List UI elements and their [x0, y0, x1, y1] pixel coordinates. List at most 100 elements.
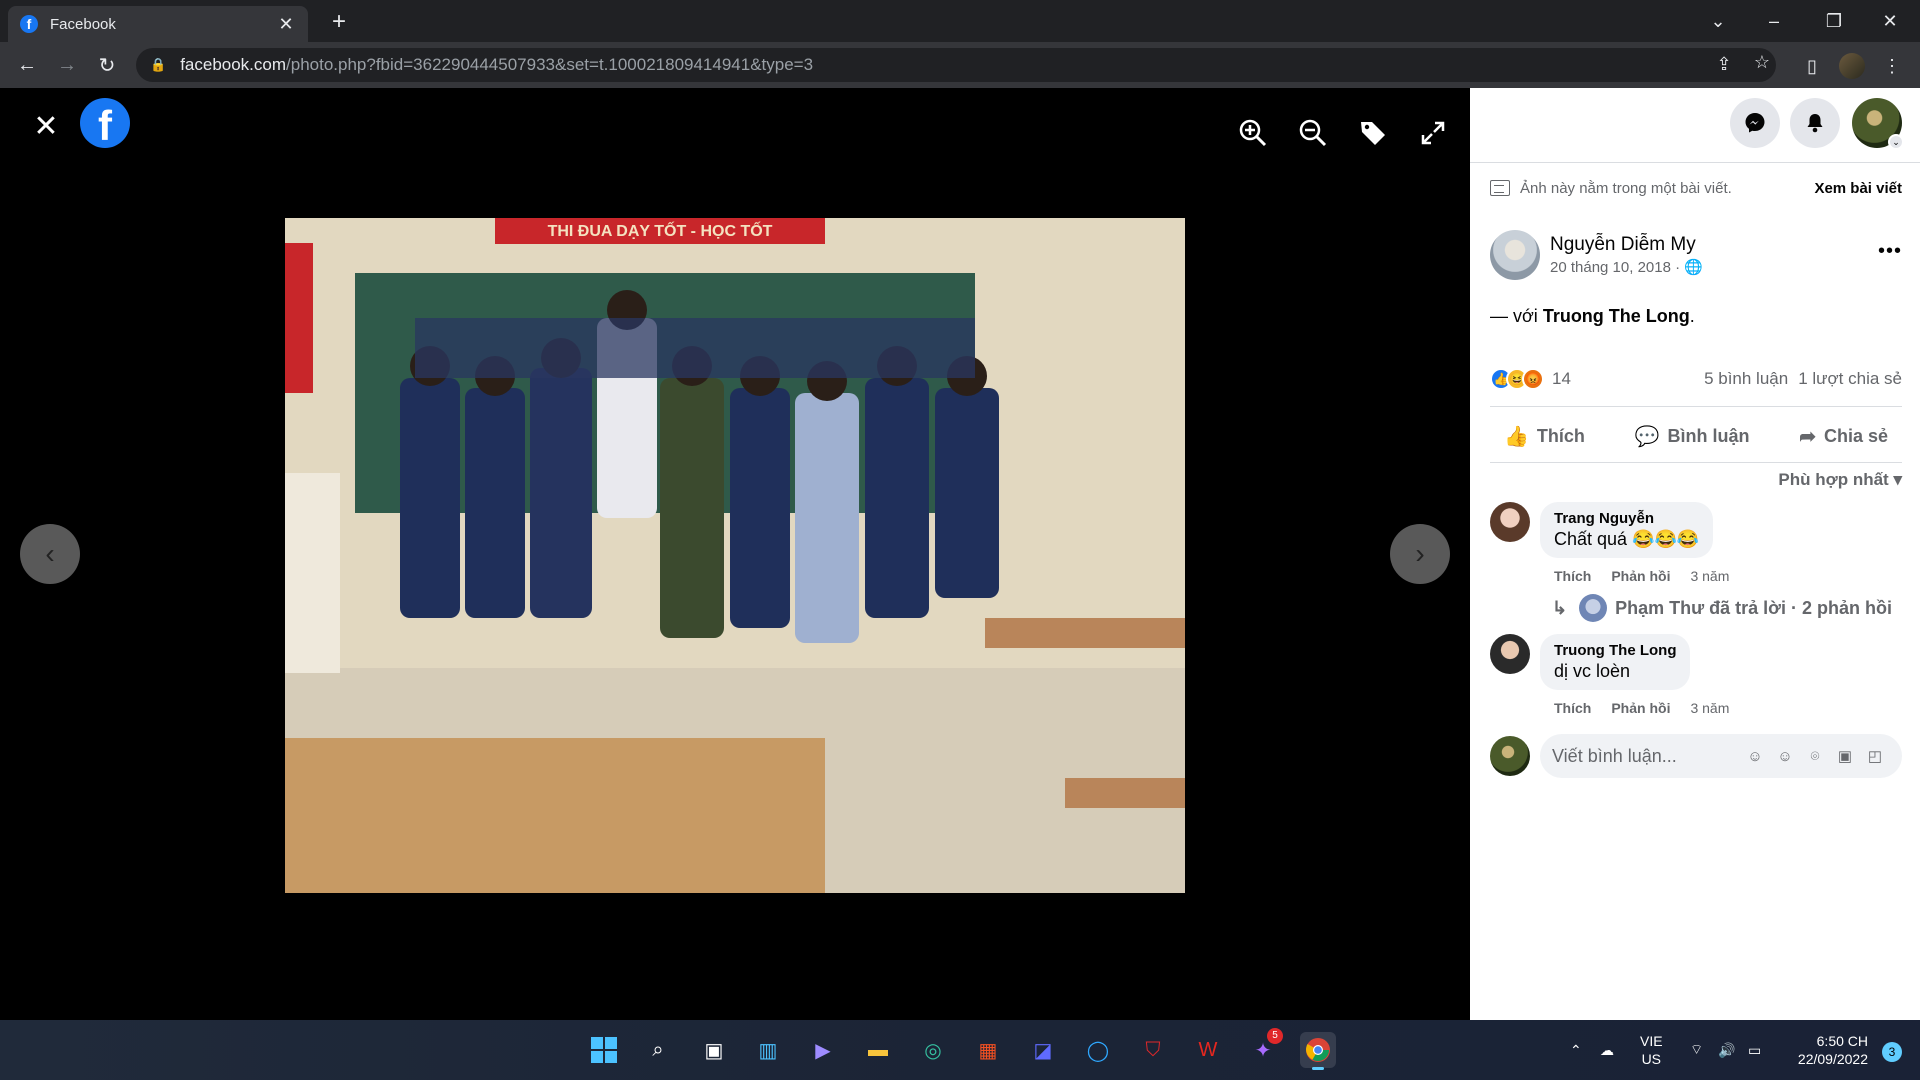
tagged-person-link[interactable]: Truong The Long: [1543, 306, 1690, 326]
post-actions: 👍 Thích 💬 Bình luận ➦ Chia sẻ: [1490, 410, 1902, 462]
chrome-icon[interactable]: [1300, 1032, 1336, 1070]
fullscreen-icon[interactable]: [1416, 116, 1450, 150]
comment-reply-link[interactable]: Phản hồi: [1611, 700, 1670, 716]
cortana-icon[interactable]: ◯: [1080, 1032, 1116, 1068]
wifi-icon[interactable]: ⌔: [1690, 1020, 1703, 1080]
browser-tab[interactable]: f Facebook ✕: [8, 6, 308, 42]
comment-composer: Viết bình luận... ☺ ☺ ⌾ ▣ ◰: [1490, 734, 1902, 778]
avatar-sticker-icon[interactable]: ☺: [1740, 748, 1770, 765]
zoom-out-icon[interactable]: [1296, 116, 1330, 150]
tag-icon[interactable]: [1356, 116, 1390, 150]
search-icon[interactable]: ⌕: [640, 1032, 676, 1068]
wps-office-icon[interactable]: W: [1190, 1032, 1226, 1068]
edge-browser-icon[interactable]: ◎: [915, 1032, 951, 1068]
gif-icon[interactable]: ▣: [1830, 747, 1860, 765]
author-avatar[interactable]: [1490, 230, 1540, 280]
menu-kebab-icon[interactable]: ⋮: [1878, 52, 1906, 80]
comment-reply-link[interactable]: Phản hồi: [1611, 568, 1670, 584]
start-button-icon[interactable]: [586, 1032, 622, 1068]
sticker-icon[interactable]: ◰: [1860, 747, 1890, 765]
share-icon[interactable]: ⇪: [1710, 54, 1738, 75]
system-clock[interactable]: 6:50 CH 22/09/2022: [1798, 1032, 1868, 1068]
show-hidden-icons[interactable]: ⌃: [1570, 1020, 1582, 1080]
post-photo[interactable]: THI ĐUA DẠY TỐT - HỌC TỐT: [285, 218, 1185, 893]
side-panel-icon[interactable]: ▯: [1798, 52, 1826, 80]
next-photo-button[interactable]: ›: [1390, 524, 1450, 584]
view-post-link[interactable]: Xem bài viết: [1814, 180, 1902, 197]
close-tab-icon[interactable]: ✕: [276, 14, 296, 35]
comment-time[interactable]: 3 năm: [1690, 700, 1729, 716]
comment-input[interactable]: Viết bình luận... ☺ ☺ ⌾ ▣ ◰: [1540, 734, 1902, 778]
restore-button[interactable]: ❐: [1806, 0, 1862, 42]
mcafee-icon[interactable]: ⛉: [1135, 1032, 1171, 1068]
comment-item: Trang Nguyễn Chất quá 😂😂😂 Thích Phản hồi 3…: [1490, 502, 1902, 584]
input-language[interactable]: VIE US: [1640, 1020, 1663, 1080]
battery-icon[interactable]: ▭: [1748, 1020, 1761, 1080]
share-button[interactable]: ➦ Chia sẻ: [1785, 416, 1902, 456]
volume-icon[interactable]: 🔊: [1718, 1020, 1735, 1080]
account-avatar[interactable]: ⌄: [1852, 98, 1904, 150]
post-notice: Ảnh này nằm trong một bài viết. Xem bài …: [1490, 176, 1902, 200]
view-replies-link[interactable]: ↳ Phạm Thư đã trả lời · 2 phản hồi: [1552, 594, 1892, 622]
post-date[interactable]: 20 tháng 10, 2018 ·: [1550, 259, 1680, 276]
commenter-avatar[interactable]: [1490, 502, 1530, 542]
svg-text:THI ĐUA DẠY TỐT - HỌC TỐT: THI ĐUA DẠY TỐT - HỌC TỐT: [548, 220, 773, 240]
comment-like-link[interactable]: Thích: [1554, 700, 1591, 716]
document-icon: [1490, 180, 1510, 196]
profile-button[interactable]: [1838, 52, 1866, 80]
emoji-icon[interactable]: ☺: [1770, 748, 1800, 765]
comment-time[interactable]: 3 năm: [1690, 568, 1729, 584]
app-icon[interactable]: ◪: [1025, 1032, 1061, 1068]
reaction-count[interactable]: 14: [1552, 369, 1571, 389]
address-bar[interactable]: 🔒 facebook.com/photo.php?fbid=3622904445…: [136, 48, 1776, 82]
author-name[interactable]: Nguyễn Diễm My: [1550, 234, 1696, 256]
minimize-button[interactable]: –: [1746, 0, 1802, 42]
share-count[interactable]: 1 lượt chia sẻ: [1798, 369, 1902, 389]
caret-down-icon: ▾: [1893, 470, 1902, 489]
my-avatar[interactable]: [1490, 736, 1530, 776]
comment-sort-dropdown[interactable]: Phù hợp nhất ▾: [1778, 470, 1902, 490]
comment-button[interactable]: 💬 Bình luận: [1621, 416, 1764, 456]
bookmark-star-icon[interactable]: ☆: [1748, 52, 1776, 73]
notification-count[interactable]: 3: [1882, 1042, 1902, 1062]
tab-search-icon[interactable]: ⌄: [1690, 0, 1746, 42]
task-view-icon[interactable]: ▣: [696, 1032, 732, 1068]
back-button[interactable]: ←: [12, 50, 42, 80]
comment-like-link[interactable]: Thích: [1554, 568, 1591, 584]
post-details-panel: ⌄ Ảnh này nằm trong một bài viết. Xem bà…: [1470, 88, 1920, 1020]
microsoft-store-icon[interactable]: ▦: [970, 1032, 1006, 1068]
chevron-down-icon: ⌄: [1888, 134, 1904, 150]
replier-avatar: [1579, 594, 1608, 622]
facebook-logo-icon[interactable]: f: [80, 98, 130, 149]
comment-count[interactable]: 5 bình luận: [1704, 369, 1788, 389]
teams-chat-icon[interactable]: ▶: [805, 1032, 841, 1068]
commenter-name[interactable]: Trang Nguyễn: [1554, 510, 1699, 527]
commenter-avatar[interactable]: [1490, 634, 1530, 674]
more-options-icon[interactable]: •••: [1878, 240, 1902, 263]
comment-actions: Thích Phản hồi 3 năm: [1554, 568, 1729, 584]
angry-reaction-icon[interactable]: 😡: [1522, 368, 1544, 390]
lock-icon[interactable]: 🔒: [150, 57, 166, 73]
like-button[interactable]: 👍 Thích: [1490, 416, 1599, 456]
onedrive-icon[interactable]: ☁: [1600, 1020, 1614, 1080]
comment-actions: Thích Phản hồi 3 năm: [1554, 700, 1729, 716]
comment-item: Truong The Long dị vc loèn Thích Phản hồi…: [1490, 634, 1902, 716]
comment-bubble: Trang Nguyễn Chất quá 😂😂😂: [1540, 502, 1714, 558]
photo-viewer: ✕ f THI ĐUA DẠY TỐT - HỌC TỐT ‹ ›: [0, 88, 1470, 1020]
file-explorer-icon[interactable]: ▬: [860, 1032, 896, 1068]
notifications-bell-icon[interactable]: [1790, 98, 1840, 148]
reload-button[interactable]: ↻: [92, 50, 122, 80]
messenger-app-icon[interactable]: ✦ 5: [1245, 1028, 1283, 1068]
commenter-name[interactable]: Truong The Long: [1554, 642, 1676, 659]
camera-icon[interactable]: ⌾: [1800, 748, 1830, 765]
url-text: facebook.com/photo.php?fbid=362290444507…: [180, 55, 814, 74]
widgets-icon[interactable]: ▥: [750, 1032, 786, 1068]
tagged-with: — với Truong The Long.: [1490, 306, 1695, 326]
previous-photo-button[interactable]: ‹: [20, 524, 80, 584]
messenger-icon[interactable]: [1730, 98, 1780, 148]
close-window-button[interactable]: ✕: [1862, 0, 1918, 42]
forward-button[interactable]: →: [52, 50, 82, 80]
new-tab-button[interactable]: +: [325, 8, 353, 36]
close-viewer-button[interactable]: ✕: [30, 110, 62, 143]
zoom-in-icon[interactable]: [1236, 116, 1270, 150]
